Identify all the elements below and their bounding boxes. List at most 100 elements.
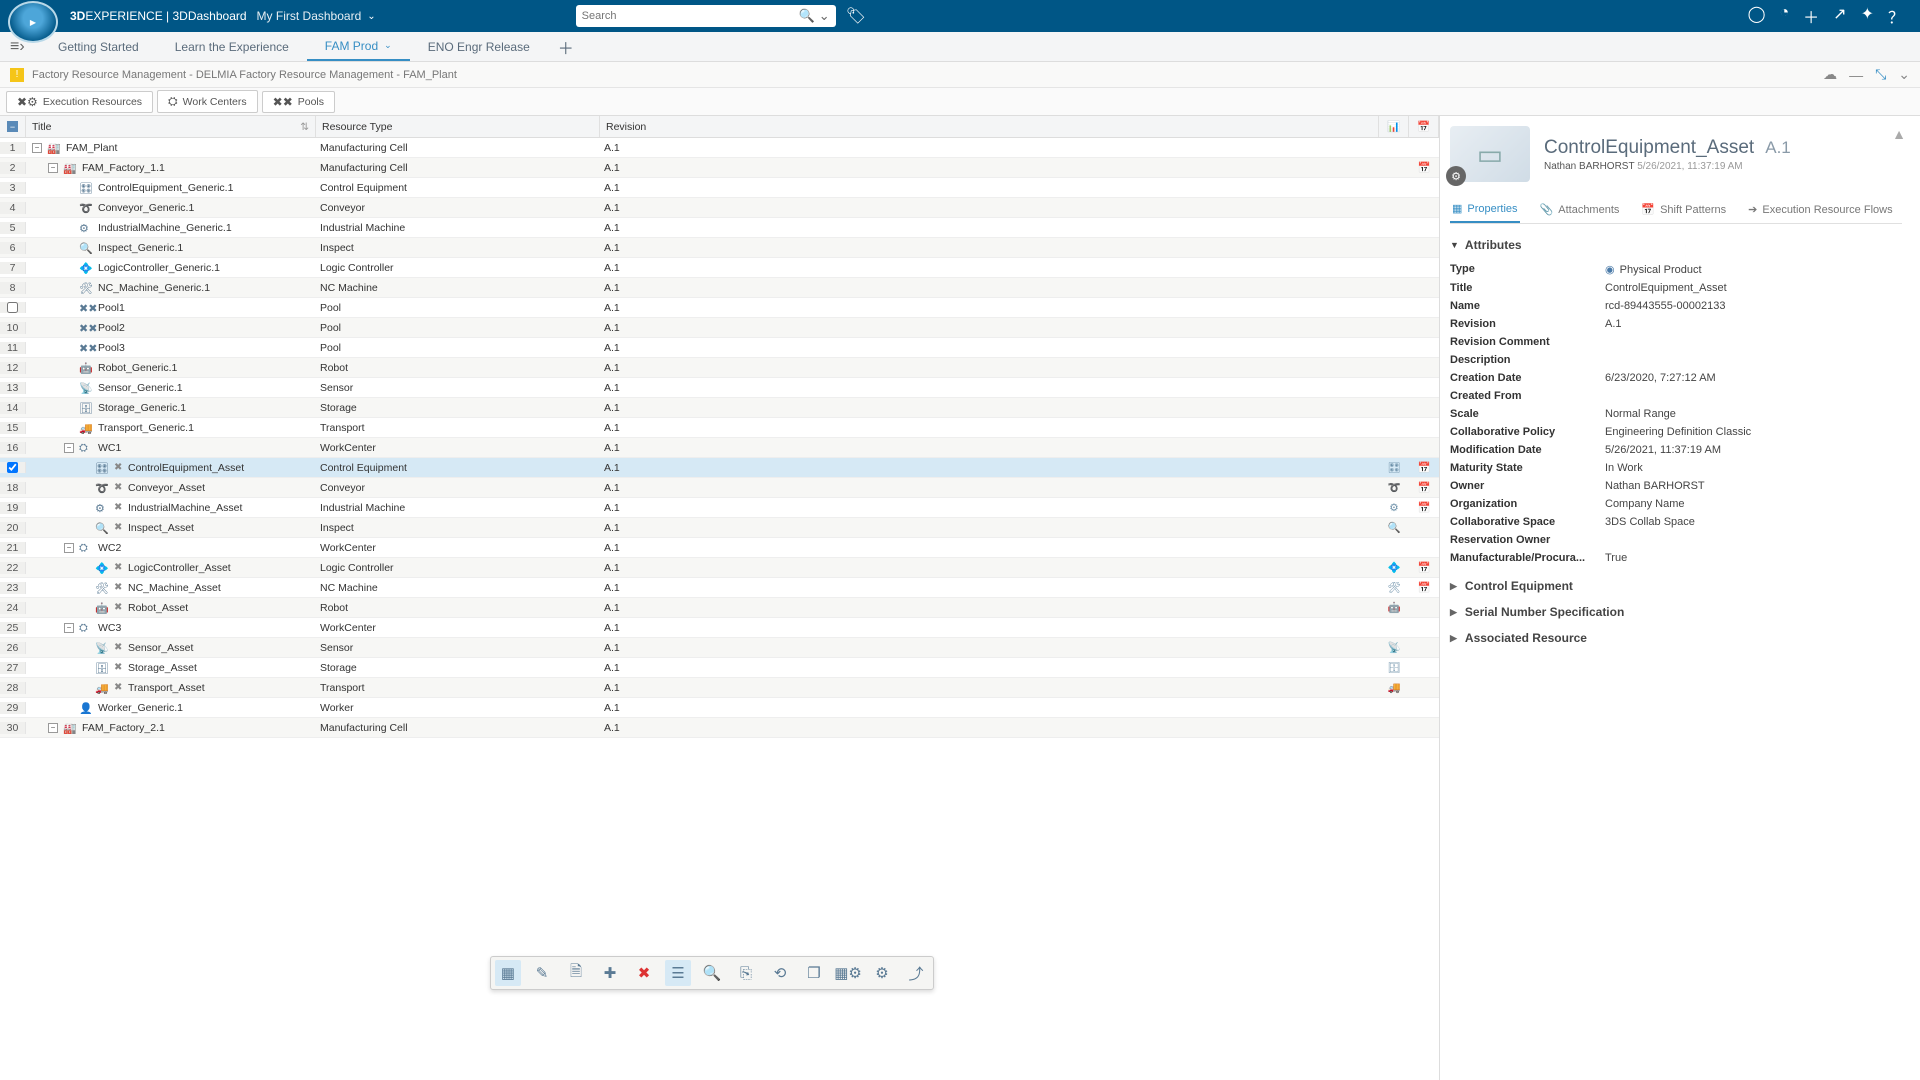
side-tab-properties[interactable]: ▦Properties <box>1450 196 1520 223</box>
search-input[interactable] <box>582 10 799 22</box>
tb-settings-icon[interactable]: ⚙ <box>869 960 895 986</box>
table-row[interactable]: 27🗄✖Storage_AssetStorageA.1🗄 <box>0 658 1439 678</box>
tb-table-icon[interactable]: ▦⚙ <box>835 960 861 986</box>
table-row[interactable]: 21−⛭WC2WorkCenterA.1 <box>0 538 1439 558</box>
tag-icon[interactable]: 🏷 <box>846 6 866 26</box>
tb-refresh-icon[interactable]: ⟲ <box>767 960 793 986</box>
cloud-icon[interactable]: ☁ <box>1823 66 1837 83</box>
apps-icon[interactable]: ✦ <box>1861 4 1874 28</box>
row-action1-icon[interactable]: 📡 <box>1379 641 1409 654</box>
row-action1-icon[interactable]: 🛠 <box>1379 581 1409 594</box>
row-checkbox[interactable] <box>7 462 18 473</box>
tb-doc-icon[interactable]: 🗎 <box>563 960 589 986</box>
tab-fam-prod[interactable]: FAM Prod⌄ <box>307 32 410 61</box>
row-action2-icon[interactable]: 📅 <box>1409 481 1439 494</box>
table-row[interactable]: 8🛠NC_Machine_Generic.1NC MachineA.1 <box>0 278 1439 298</box>
section-serial-number-specification[interactable]: ▶Serial Number Specification <box>1450 605 1902 619</box>
table-row[interactable]: 4➰Conveyor_Generic.1ConveyorA.1 <box>0 198 1439 218</box>
profile-icon[interactable]: ◯ <box>1748 4 1766 28</box>
notification-icon[interactable]: ◔ <box>1779 4 1789 28</box>
table-row[interactable]: 11✖✖Pool3PoolA.1 <box>0 338 1439 358</box>
table-row[interactable]: 2−🏭FAM_Factory_1.1Manufacturing CellA.1📅 <box>0 158 1439 178</box>
tb-plus-icon[interactable]: ✚ <box>597 960 623 986</box>
table-row[interactable]: 26📡✖Sensor_AssetSensorA.1📡 <box>0 638 1439 658</box>
search-dropdown-icon[interactable]: ⌄ <box>819 8 830 24</box>
collapse-icon[interactable]: ⤡ <box>1875 66 1886 83</box>
table-row[interactable]: 7💠LogicController_Generic.1Logic Control… <box>0 258 1439 278</box>
tb-3d-icon[interactable]: ❐ <box>801 960 827 986</box>
section-attributes[interactable]: ▼Attributes <box>1450 238 1902 252</box>
col-title[interactable]: Title⇅ <box>26 116 316 137</box>
table-row[interactable]: 25−⛭WC3WorkCenterA.1 <box>0 618 1439 638</box>
share-icon[interactable]: ↗ <box>1833 4 1846 28</box>
add-tab-icon[interactable]: ＋ <box>548 35 584 59</box>
col-revision[interactable]: Revision <box>600 116 1379 137</box>
tab-eno-engr-release[interactable]: ENO Engr Release <box>410 32 548 61</box>
tab-learn-the-experience[interactable]: Learn the Experience <box>157 32 307 61</box>
expand-icon[interactable]: − <box>64 443 74 453</box>
table-row[interactable]: 15🚚Transport_Generic.1TransportA.1 <box>0 418 1439 438</box>
table-row[interactable]: 1−🏭FAM_PlantManufacturing CellA.1 <box>0 138 1439 158</box>
row-action1-icon[interactable]: ➰ <box>1379 481 1409 494</box>
expand-section-icon[interactable]: ▶ <box>1450 633 1457 644</box>
row-action2-icon[interactable]: 📅 <box>1409 161 1439 174</box>
seg-work-centers[interactable]: ⛭Work Centers <box>157 90 258 113</box>
side-tab-attachments[interactable]: 📎Attachments <box>1538 196 1622 223</box>
table-row[interactable]: 13📡Sensor_Generic.1SensorA.1 <box>0 378 1439 398</box>
tb-search-icon[interactable]: 🔍 <box>699 960 725 986</box>
panel-collapse-icon[interactable]: ▲ <box>1892 126 1906 142</box>
row-action2-icon[interactable]: 📅 <box>1409 561 1439 574</box>
table-row[interactable]: 24🤖✖Robot_AssetRobotA.1🤖 <box>0 598 1439 618</box>
table-row[interactable]: 20🔍✖Inspect_AssetInspectA.1🔍 <box>0 518 1439 538</box>
table-row[interactable]: 18➰✖Conveyor_AssetConveyorA.1➰📅 <box>0 478 1439 498</box>
table-row[interactable]: ✖✖Pool1PoolA.1 <box>0 298 1439 318</box>
row-action1-icon[interactable]: 🎛 <box>1379 461 1409 474</box>
tb-cube-icon[interactable]: ▦ <box>495 960 521 986</box>
table-row[interactable]: 12🤖Robot_Generic.1RobotA.1 <box>0 358 1439 378</box>
dashboard-name[interactable]: My First Dashboard <box>257 9 362 23</box>
table-row[interactable]: 22💠✖LogicController_AssetLogic Controlle… <box>0 558 1439 578</box>
table-row[interactable]: 28🚚✖Transport_AssetTransportA.1🚚 <box>0 678 1439 698</box>
row-action1-icon[interactable]: 🤖 <box>1379 601 1409 614</box>
compass-logo[interactable]: ▶ <box>8 1 58 43</box>
row-action1-icon[interactable]: 💠 <box>1379 561 1409 574</box>
table-row[interactable]: 3🎛ControlEquipment_Generic.1Control Equi… <box>0 178 1439 198</box>
row-action1-icon[interactable]: ⚙ <box>1379 502 1409 514</box>
table-row[interactable]: 19⚙✖IndustrialMachine_AssetIndustrial Ma… <box>0 498 1439 518</box>
tb-link-icon[interactable]: ⎘ <box>733 960 759 986</box>
row-action2-icon[interactable]: 📅 <box>1409 581 1439 594</box>
minimize-icon[interactable]: — <box>1849 67 1863 83</box>
side-tab-execution-resource-flows[interactable]: ➔Execution Resource Flows <box>1746 196 1894 223</box>
seg-execution-resources[interactable]: ✖⚙Execution Resources <box>6 91 153 113</box>
expand-icon[interactable]: − <box>48 723 58 733</box>
table-row[interactable]: 23🛠✖NC_Machine_AssetNC MachineA.1🛠📅 <box>0 578 1439 598</box>
table-row[interactable]: 6🔍Inspect_Generic.1InspectA.1 <box>0 238 1439 258</box>
search-icon[interactable]: 🔍 <box>799 8 815 24</box>
expand-icon[interactable]: − <box>48 163 58 173</box>
row-action1-icon[interactable]: 🔍 <box>1379 521 1409 534</box>
tb-list-icon[interactable]: ☰ <box>665 960 691 986</box>
add-icon[interactable]: ＋ <box>1803 4 1819 28</box>
table-row[interactable]: 5⚙IndustrialMachine_Generic.1Industrial … <box>0 218 1439 238</box>
menu-toggle-icon[interactable]: ≡› <box>10 38 25 56</box>
table-row[interactable]: 16−⛭WC1WorkCenterA.1 <box>0 438 1439 458</box>
table-row[interactable]: 14🗄Storage_Generic.1StorageA.1 <box>0 398 1439 418</box>
tb-export-icon[interactable]: ⤴ <box>903 960 929 986</box>
expand-icon[interactable]: − <box>64 623 74 633</box>
row-checkbox[interactable] <box>7 302 18 313</box>
dashboard-dropdown-icon[interactable]: ⌄ <box>367 11 375 22</box>
section-associated-resource[interactable]: ▶Associated Resource <box>1450 631 1902 645</box>
row-action2-icon[interactable]: 📅 <box>1409 501 1439 514</box>
side-tab-shift-patterns[interactable]: 📅Shift Patterns <box>1639 196 1728 223</box>
help-icon[interactable]: ？ <box>1888 4 1904 28</box>
expand-icon[interactable]: − <box>64 543 74 553</box>
expand-section-icon[interactable]: ▶ <box>1450 581 1457 592</box>
tab-dropdown-icon[interactable]: ⌄ <box>384 40 392 51</box>
more-icon[interactable]: ⌄ <box>1898 66 1910 83</box>
tb-edit-icon[interactable]: ✎ <box>529 960 555 986</box>
row-action2-icon[interactable]: 📅 <box>1409 461 1439 474</box>
tab-getting-started[interactable]: Getting Started <box>40 32 157 61</box>
collapse-all-icon[interactable]: − <box>7 121 18 132</box>
table-row[interactable]: 30−🏭FAM_Factory_2.1Manufacturing CellA.1 <box>0 718 1439 738</box>
seg-pools[interactable]: ✖✖Pools <box>262 91 335 113</box>
